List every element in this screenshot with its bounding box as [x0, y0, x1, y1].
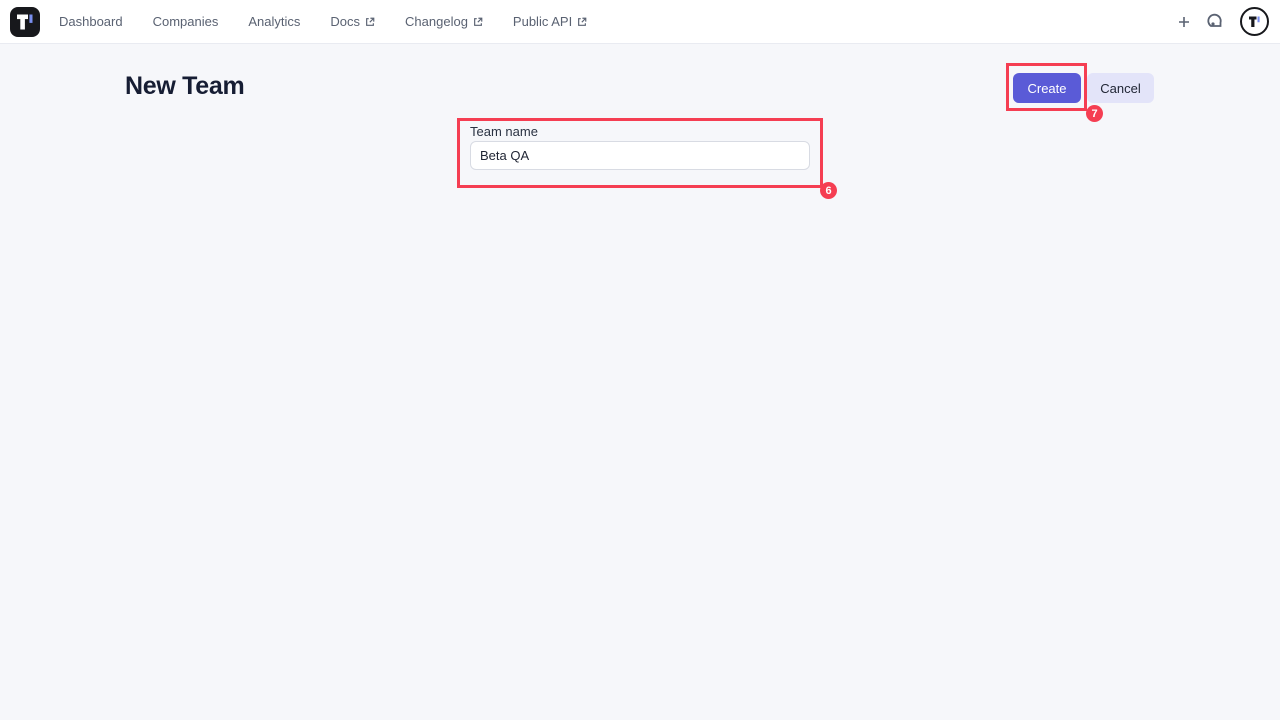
plus-glyph [1177, 15, 1191, 29]
nav-label: Public API [513, 14, 572, 29]
primary-nav: Dashboard Companies Analytics Docs Chang… [59, 14, 587, 29]
nav-item-analytics[interactable]: Analytics [248, 14, 300, 29]
annotation-badge-7: 7 [1086, 105, 1103, 122]
nav-label: Changelog [405, 14, 468, 29]
record-glyph [1207, 13, 1224, 30]
nav-item-dashboard[interactable]: Dashboard [59, 14, 123, 29]
add-icon[interactable] [1177, 15, 1191, 29]
avatar-tango-mark [1247, 14, 1262, 29]
tango-logo-icon [10, 7, 40, 37]
create-button[interactable]: Create [1013, 73, 1081, 103]
annotation-badge-6: 6 [820, 182, 837, 199]
record-icon[interactable] [1207, 13, 1224, 30]
top-navigation-bar: Dashboard Companies Analytics Docs Chang… [0, 0, 1280, 44]
team-name-label: Team name [470, 124, 538, 139]
app-logo[interactable] [10, 7, 40, 37]
nav-item-companies[interactable]: Companies [153, 14, 219, 29]
nav-label: Companies [153, 14, 219, 29]
nav-item-public-api[interactable]: Public API [513, 14, 587, 29]
nav-label: Analytics [248, 14, 300, 29]
team-name-input[interactable] [470, 141, 810, 170]
nav-label: Docs [330, 14, 360, 29]
nav-label: Dashboard [59, 14, 123, 29]
external-link-icon [473, 17, 483, 27]
external-link-icon [365, 17, 375, 27]
user-avatar[interactable] [1240, 7, 1269, 36]
nav-item-docs[interactable]: Docs [330, 14, 375, 29]
page-title: New Team [125, 72, 244, 101]
nav-item-changelog[interactable]: Changelog [405, 14, 483, 29]
topbar-actions [1177, 7, 1269, 36]
external-link-icon [577, 17, 587, 27]
cancel-button[interactable]: Cancel [1087, 73, 1154, 103]
